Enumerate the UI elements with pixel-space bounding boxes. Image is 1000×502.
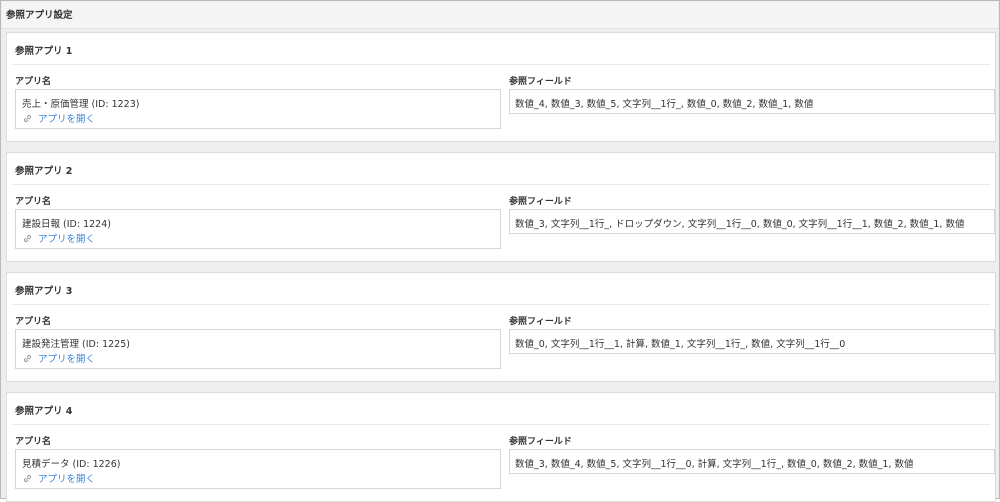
app-name-label: アプリ名 [15,437,52,447]
card-title: 参照アプリ 1 [15,46,73,57]
app-name-value: 建設日報 (ID: 1224) [22,219,111,230]
open-app-link[interactable]: アプリを開く [22,231,95,245]
ref-fields-value: 数値_4, 数値_3, 数値_5, 文字列__1行_, 数値_0, 数値_2, … [515,99,814,110]
reference-app-card-4: 参照アプリ 4 アプリ名 参照フィールド 見積データ (ID: 1226) アプ… [6,392,996,502]
open-app-label: アプリを開く [38,354,96,365]
app-name-label: アプリ名 [15,197,52,207]
link-icon [23,354,32,362]
open-app-link[interactable]: アプリを開く [22,111,95,125]
reference-app-settings: 参照アプリ設定 参照アプリ 1 アプリ名 参照フィールド 売上・原価管理 (ID… [0,0,1000,502]
card-title: 参照アプリ 2 [15,166,73,177]
divider [12,424,990,425]
card-title: 参照アプリ 3 [15,286,73,297]
link-icon [23,474,32,482]
ref-fields-box: 数値_0, 文字列__1行__1, 計算, 数値_1, 文字列__1行_, 数値… [509,329,995,354]
app-name-value: 売上・原価管理 (ID: 1223) [22,99,140,110]
open-app-link[interactable]: アプリを開く [22,471,95,485]
app-name-box: 建設日報 (ID: 1224) アプリを開く [15,209,501,249]
app-name-box: 売上・原価管理 (ID: 1223) アプリを開く [15,89,501,129]
reference-app-card-2: 参照アプリ 2 アプリ名 参照フィールド 建設日報 (ID: 1224) アプリ… [6,152,996,262]
link-icon [23,234,32,242]
open-app-label: アプリを開く [38,114,96,125]
ref-fields-label: 参照フィールド [509,317,572,327]
ref-fields-value: 数値_3, 数値_4, 数値_5, 文字列__1行__0, 計算, 文字列__1… [515,459,914,470]
open-app-label: アプリを開く [38,234,96,245]
ref-fields-value: 数値_3, 文字列__1行_, ドロップダウン, 文字列__1行__0, 数値_… [515,219,965,230]
divider [12,184,990,185]
app-name-box: 建設発注管理 (ID: 1225) アプリを開く [15,329,501,369]
ref-fields-label: 参照フィールド [509,437,572,447]
reference-app-card-1: 参照アプリ 1 アプリ名 参照フィールド 売上・原価管理 (ID: 1223) … [6,32,996,142]
app-name-label: アプリ名 [15,317,52,327]
divider [12,304,990,305]
ref-fields-label: 参照フィールド [509,77,572,87]
app-name-value: 建設発注管理 (ID: 1225) [22,339,130,350]
page-title: 参照アプリ設定 [2,2,998,29]
ref-fields-box: 数値_3, 数値_4, 数値_5, 文字列__1行__0, 計算, 文字列__1… [509,449,995,474]
app-name-label: アプリ名 [15,77,52,87]
app-name-value: 見積データ (ID: 1226) [22,459,121,470]
open-app-link[interactable]: アプリを開く [22,351,95,365]
card-title: 参照アプリ 4 [15,406,73,417]
app-name-box: 見積データ (ID: 1226) アプリを開く [15,449,501,489]
ref-fields-value: 数値_0, 文字列__1行__1, 計算, 数値_1, 文字列__1行_, 数値… [515,339,846,350]
divider [12,64,990,65]
open-app-label: アプリを開く [38,474,96,485]
ref-fields-box: 数値_3, 文字列__1行_, ドロップダウン, 文字列__1行__0, 数値_… [509,209,995,234]
ref-fields-box: 数値_4, 数値_3, 数値_5, 文字列__1行_, 数値_0, 数値_2, … [509,89,995,114]
reference-app-card-3: 参照アプリ 3 アプリ名 参照フィールド 建設発注管理 (ID: 1225) ア… [6,272,996,382]
link-icon [23,114,32,122]
ref-fields-label: 参照フィールド [509,197,572,207]
